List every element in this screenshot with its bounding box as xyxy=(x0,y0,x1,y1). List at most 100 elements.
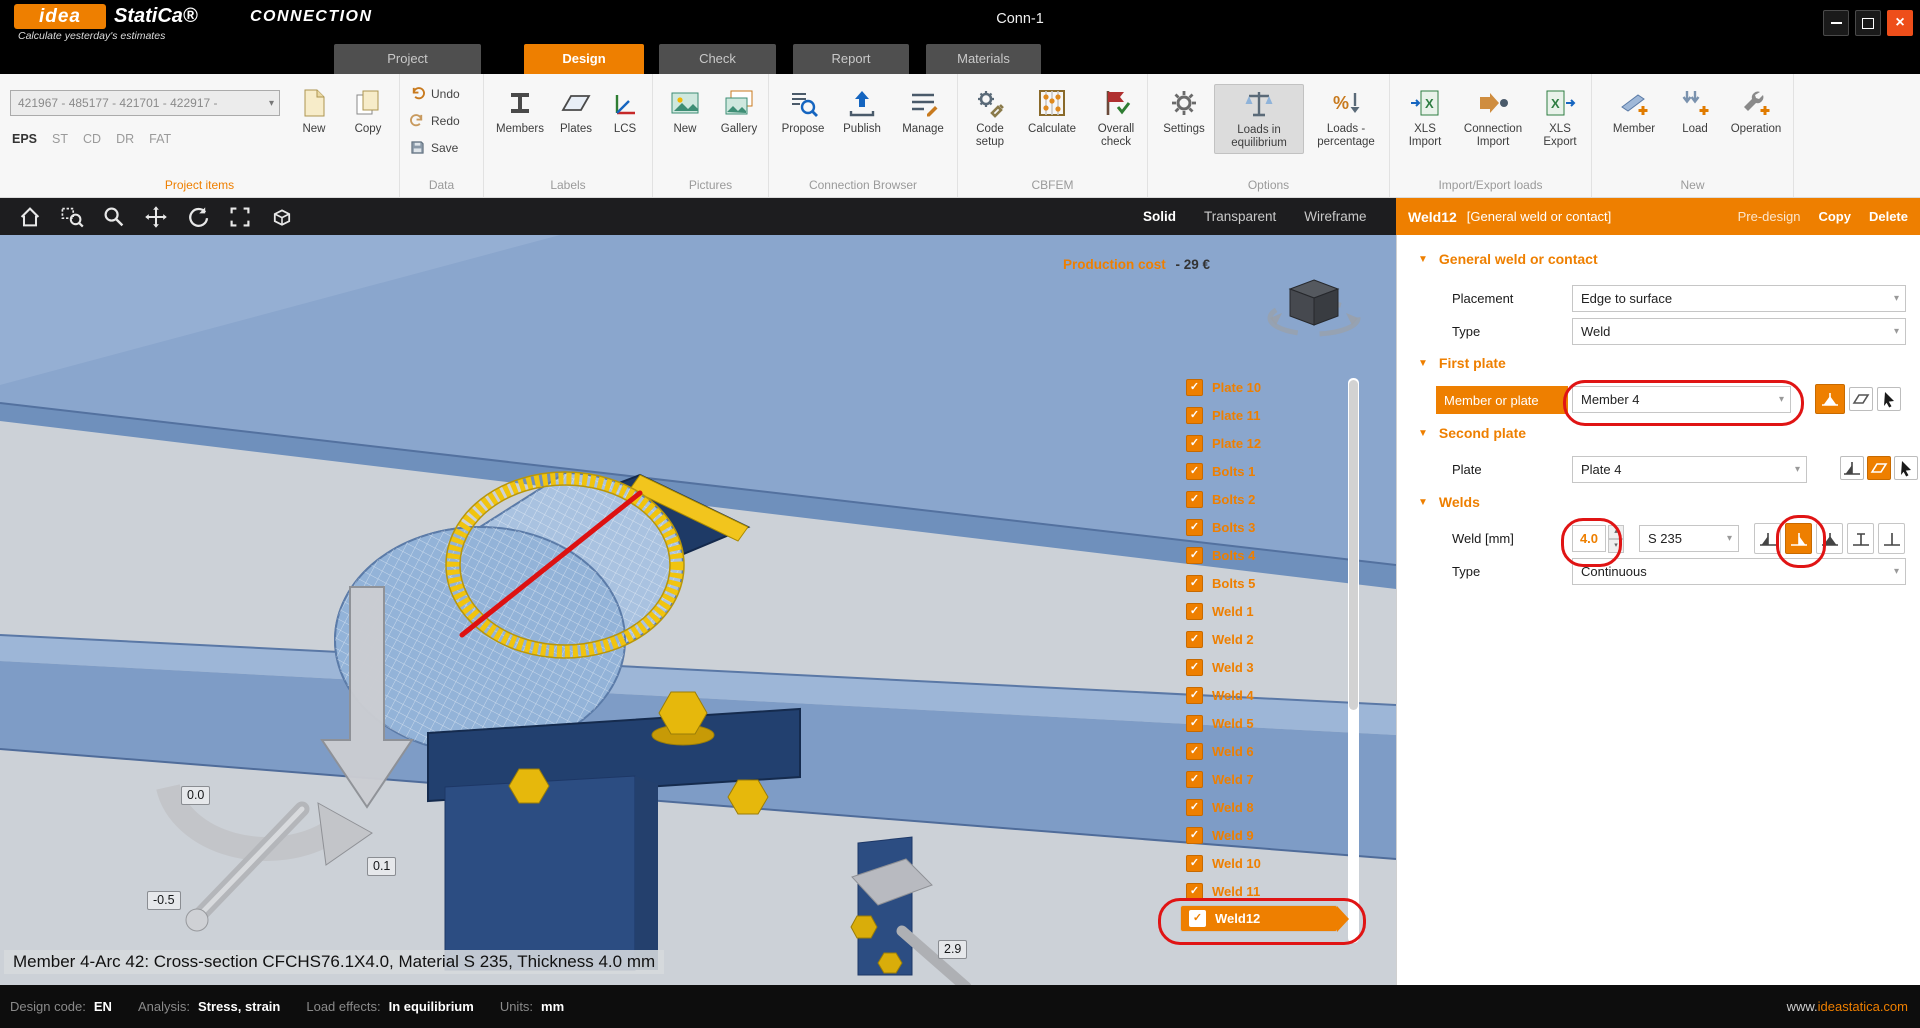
project-items-combo[interactable]: 421967 - 485177 - 421701 - 422917 - ▾ xyxy=(10,90,280,116)
loads-in-equilibrium-button[interactable]: Loads in equilibrium xyxy=(1214,84,1304,154)
viewport-list-item[interactable]: ✓Weld 5 xyxy=(1180,709,1356,737)
view-mode-transparent[interactable]: Transparent xyxy=(1204,209,1276,224)
viewport-list-item[interactable]: ✓Weld 10 xyxy=(1180,849,1356,877)
item-checkbox[interactable]: ✓ xyxy=(1186,491,1203,508)
viewport-list-item[interactable]: ✓Weld 6 xyxy=(1180,737,1356,765)
propose-button[interactable]: Propose xyxy=(773,84,833,139)
loads-percentage-button[interactable]: % Loads - percentage xyxy=(1304,84,1388,152)
item-checkbox[interactable]: ✓ xyxy=(1186,519,1203,536)
item-checkbox[interactable]: ✓ xyxy=(1186,743,1203,760)
solid-cube-icon[interactable] xyxy=(270,205,294,229)
pre-design-button[interactable]: Pre-design xyxy=(1738,209,1801,224)
new-operation-button[interactable]: Operation xyxy=(1720,84,1792,139)
viewport-list-item[interactable]: ✓Weld12 xyxy=(1180,905,1338,932)
weld-continuity-select[interactable]: Continuous ▾ xyxy=(1572,558,1906,585)
save-button[interactable]: Save xyxy=(410,140,458,155)
tab-check[interactable]: Check xyxy=(659,44,776,74)
viewport-list-item[interactable]: ✓Bolts 1 xyxy=(1180,457,1356,485)
section-first-plate[interactable]: ▼ First plate xyxy=(1418,355,1506,371)
viewport-list-item[interactable]: ✓Weld 4 xyxy=(1180,681,1356,709)
weld-style-fillet-rear-button[interactable] xyxy=(1785,523,1812,554)
viewport-list-item[interactable]: ✓Weld 2 xyxy=(1180,625,1356,653)
gallery-button[interactable]: Gallery xyxy=(711,84,767,139)
stepper-up-icon[interactable]: ▴ xyxy=(1608,525,1624,539)
delete-weld-button[interactable]: Delete xyxy=(1869,209,1908,224)
website-link[interactable]: www.ideastatica.com xyxy=(1787,999,1908,1014)
new-picture-button[interactable]: New xyxy=(659,84,711,139)
item-checkbox[interactable]: ✓ xyxy=(1186,547,1203,564)
flag-cd[interactable]: CD xyxy=(83,132,101,146)
tab-design[interactable]: Design xyxy=(524,44,644,74)
flag-fat[interactable]: FAT xyxy=(149,132,171,146)
new-load-button[interactable]: Load xyxy=(1670,84,1720,139)
placement-select[interactable]: Edge to surface ▾ xyxy=(1572,285,1906,312)
view-mode-solid[interactable]: Solid xyxy=(1143,209,1176,224)
tab-project[interactable]: Project xyxy=(334,44,481,74)
navigation-cube[interactable] xyxy=(1262,272,1366,356)
pan-icon[interactable] xyxy=(144,205,168,229)
plate-select[interactable]: Plate 4 ▾ xyxy=(1572,456,1807,483)
tab-report[interactable]: Report xyxy=(793,44,909,74)
viewport-list-item[interactable]: ✓Weld 8 xyxy=(1180,793,1356,821)
viewport-list-item[interactable]: ✓Weld 11 xyxy=(1180,877,1356,905)
item-checkbox[interactable]: ✓ xyxy=(1186,379,1203,396)
overall-check-button[interactable]: Overall check xyxy=(1084,84,1148,152)
members-labels-button[interactable]: Members xyxy=(490,84,550,139)
connection-import-button[interactable]: Connection Import xyxy=(1456,84,1530,152)
redo-button[interactable]: Redo xyxy=(410,113,460,128)
item-checkbox[interactable]: ✓ xyxy=(1186,603,1203,620)
item-checkbox[interactable]: ✓ xyxy=(1186,771,1203,788)
copy-project-item-button[interactable]: Copy xyxy=(342,84,394,139)
publish-button[interactable]: Publish xyxy=(833,84,891,139)
viewport-list-item[interactable]: ✓Weld 3 xyxy=(1180,653,1356,681)
maximize-button[interactable] xyxy=(1855,10,1881,36)
item-checkbox[interactable]: ✓ xyxy=(1189,910,1206,927)
home-view-icon[interactable] xyxy=(18,205,42,229)
section-welds[interactable]: ▼ Welds xyxy=(1418,494,1480,510)
weld-edit-button[interactable] xyxy=(1840,456,1864,480)
viewport-list-item[interactable]: ✓Plate 10 xyxy=(1180,373,1356,401)
item-checkbox[interactable]: ✓ xyxy=(1186,827,1203,844)
section-general[interactable]: ▼ General weld or contact xyxy=(1418,251,1598,267)
stepper-down-icon[interactable]: ▾ xyxy=(1608,539,1624,553)
weld-size-stepper[interactable]: ▴ ▾ xyxy=(1608,525,1624,552)
copy-weld-button[interactable]: Copy xyxy=(1818,209,1851,224)
item-checkbox[interactable]: ✓ xyxy=(1186,435,1203,452)
weld-style-fillet-button[interactable] xyxy=(1754,523,1781,554)
item-checkbox[interactable]: ✓ xyxy=(1186,575,1203,592)
viewport-list-item[interactable]: ✓Plate 11 xyxy=(1180,401,1356,429)
flag-eps[interactable]: EPS xyxy=(12,132,37,146)
item-checkbox[interactable]: ✓ xyxy=(1186,883,1203,900)
tab-materials[interactable]: Materials xyxy=(926,44,1041,74)
zoom-fit-icon[interactable] xyxy=(228,205,252,229)
viewport-list-item[interactable]: ✓Bolts 3 xyxy=(1180,513,1356,541)
edit-weld-button[interactable] xyxy=(1815,384,1845,414)
viewport-list-item[interactable]: ✓Bolts 4 xyxy=(1180,541,1356,569)
lcs-button[interactable]: LCS xyxy=(602,84,648,139)
new-project-item-button[interactable]: New xyxy=(288,84,340,139)
viewport-list-item[interactable]: ✓Weld 9 xyxy=(1180,821,1356,849)
item-checkbox[interactable]: ✓ xyxy=(1186,715,1203,732)
item-checkbox[interactable]: ✓ xyxy=(1186,659,1203,676)
zoom-window-icon[interactable] xyxy=(60,205,84,229)
viewport-list-item[interactable]: ✓Weld 7 xyxy=(1180,765,1356,793)
plate-pick-button-active[interactable] xyxy=(1867,456,1891,480)
code-setup-button[interactable]: Code setup xyxy=(960,84,1020,152)
flag-dr[interactable]: DR xyxy=(116,132,134,146)
select-in-scene-button[interactable] xyxy=(1894,456,1918,480)
member-select[interactable]: Member 4 ▾ xyxy=(1572,386,1791,413)
new-member-button[interactable]: Member xyxy=(1602,84,1666,139)
item-checkbox[interactable]: ✓ xyxy=(1186,799,1203,816)
plates-labels-button[interactable]: Plates xyxy=(550,84,602,139)
weld-style-bevel-button[interactable] xyxy=(1847,523,1874,554)
settings-button[interactable]: Settings xyxy=(1156,84,1212,139)
undo-button[interactable]: Undo xyxy=(410,86,460,101)
xls-import-button[interactable]: X XLS Import xyxy=(1396,84,1454,152)
manage-button[interactable]: Manage xyxy=(891,84,955,139)
item-checkbox[interactable]: ✓ xyxy=(1186,463,1203,480)
weld-style-butt-button[interactable] xyxy=(1878,523,1905,554)
select-in-scene-button[interactable] xyxy=(1877,387,1901,411)
item-checkbox[interactable]: ✓ xyxy=(1186,687,1203,704)
plate-pick-button[interactable] xyxy=(1849,387,1873,411)
viewport-list-item[interactable]: ✓Plate 12 xyxy=(1180,429,1356,457)
